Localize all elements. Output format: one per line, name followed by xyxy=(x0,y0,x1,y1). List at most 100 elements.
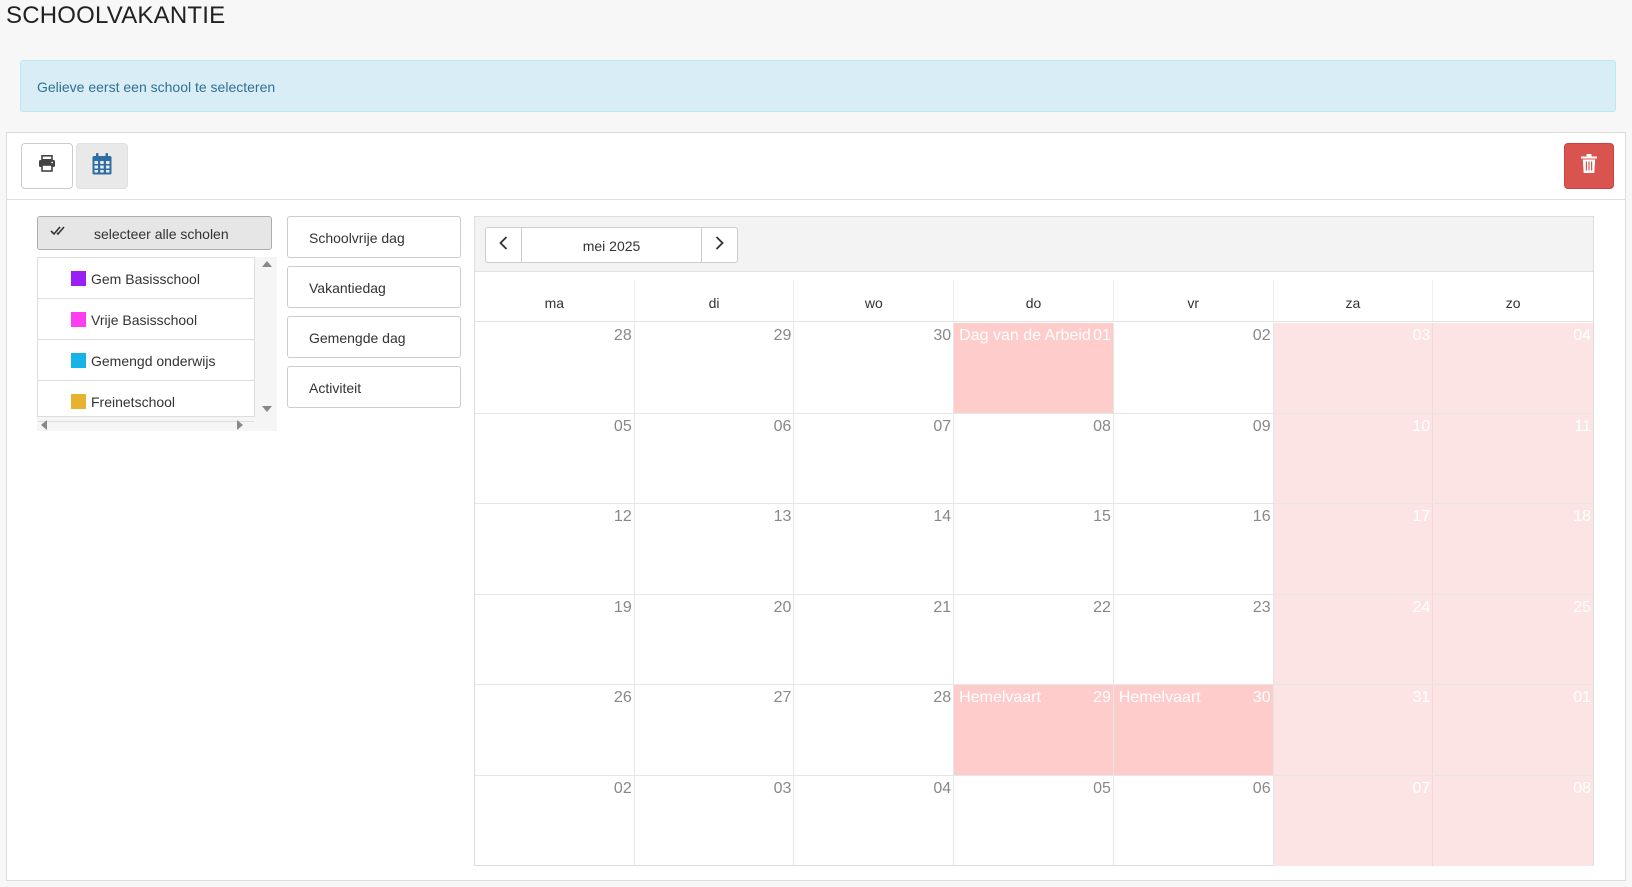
calendar-day-cell[interactable]: 27 xyxy=(635,685,795,775)
school-list-item[interactable]: Freinetschool xyxy=(38,381,254,422)
day-number: 30 xyxy=(933,327,952,344)
school-list-item[interactable]: Gemengd onderwijs xyxy=(38,340,254,381)
day-number: 24 xyxy=(1412,598,1431,616)
calendar-day-cell[interactable]: 14 xyxy=(794,504,955,594)
activiteit-button[interactable]: Activiteit xyxy=(287,366,461,408)
day-number: 05 xyxy=(613,417,632,435)
day-number: 06 xyxy=(773,417,792,435)
calendar-day-cell[interactable]: 31 xyxy=(1273,685,1434,775)
print-button[interactable] xyxy=(21,143,73,189)
weekday-header-row: ma di wo do vr za zo xyxy=(475,280,1593,322)
calendar-day-cell[interactable]: 08 xyxy=(1433,775,1594,866)
calendar-day-cell[interactable]: 28 xyxy=(794,685,955,775)
calendar-day-cell[interactable]: 12 xyxy=(475,504,635,594)
calendar-day-cell[interactable]: 04 xyxy=(1433,323,1594,413)
day-number: 23 xyxy=(1252,598,1271,616)
calendar-week-row: 12 13 14 15 16 17 18 xyxy=(475,504,1594,595)
day-number: 27 xyxy=(773,689,792,706)
calendar-day-cell[interactable]: 20 xyxy=(635,594,795,684)
school-color-swatch xyxy=(71,353,86,368)
day-number: 25 xyxy=(1573,598,1592,616)
next-month-button[interactable] xyxy=(701,228,737,262)
day-number: 09 xyxy=(1252,417,1271,435)
calendar-view-button[interactable] xyxy=(76,143,128,189)
trash-icon xyxy=(1581,154,1597,178)
calendar-day-cell[interactable]: 10 xyxy=(1273,413,1434,503)
calendar-day-cell[interactable]: 01 xyxy=(1433,685,1594,775)
calendar-day-cell[interactable]: 02 xyxy=(1114,323,1274,413)
calendar-day-cell[interactable]: 17 xyxy=(1273,504,1434,594)
select-all-label: selecteer alle scholen xyxy=(94,226,229,242)
school-color-swatch xyxy=(71,394,86,409)
school-color-swatch xyxy=(71,312,86,327)
prev-month-button[interactable] xyxy=(486,228,522,262)
calendar-day-cell[interactable]: 22 xyxy=(954,594,1114,684)
calendar-day-cell[interactable]: 29 xyxy=(635,323,795,413)
calendar-day-cell[interactable]: 15 xyxy=(954,504,1114,594)
calendar-day-cell[interactable]: 07 xyxy=(1273,775,1434,866)
select-all-schools-button[interactable]: selecteer alle scholen xyxy=(37,216,272,250)
day-number: 31 xyxy=(1412,689,1431,706)
calendar-day-cell[interactable]: 04 xyxy=(794,775,955,866)
calendar-day-cell[interactable]: 05 xyxy=(954,775,1114,866)
calendar-day-cell[interactable]: 24 xyxy=(1273,594,1434,684)
day-number: 29 xyxy=(1093,689,1111,706)
calendar-day-cell[interactable]: 08 xyxy=(954,413,1114,503)
weekday-header: za xyxy=(1274,280,1434,321)
calendar-icon xyxy=(92,152,112,180)
calendar-day-cell[interactable]: 03 xyxy=(1273,323,1434,413)
calendar-day-cell[interactable]: 02 xyxy=(475,775,635,866)
calendar-day-cell[interactable]: 05 xyxy=(475,413,635,503)
calendar-day-cell[interactable]: 30 xyxy=(794,323,955,413)
scroll-right-arrow[interactable] xyxy=(237,420,243,430)
school-list-item[interactable]: Gem Basisschool xyxy=(38,258,254,299)
day-number: 28 xyxy=(933,689,952,706)
horizontal-scrollbar[interactable] xyxy=(39,419,255,431)
day-number: 22 xyxy=(1093,598,1111,616)
gemengde-dag-button[interactable]: Gemengde dag xyxy=(287,316,461,358)
day-number: 07 xyxy=(1412,779,1431,797)
calendar-day-cell[interactable]: 06 xyxy=(635,413,795,503)
month-label[interactable]: mei 2025 xyxy=(522,228,701,262)
vakantiedag-button[interactable]: Vakantiedag xyxy=(287,266,461,308)
weekday-header: wo xyxy=(794,280,955,321)
school-name: Gem Basisschool xyxy=(91,271,200,287)
calendar-day-cell[interactable]: 26 xyxy=(475,685,635,775)
calendar-day-cell[interactable]: 21 xyxy=(794,594,955,684)
scroll-up-arrow[interactable] xyxy=(262,261,272,267)
calendar-day-cell[interactable]: 11 xyxy=(1433,413,1594,503)
calendar-day-cell[interactable]: 07 xyxy=(794,413,955,503)
calendar-day-cell[interactable]: 13 xyxy=(635,504,795,594)
calendar-day-cell[interactable]: 25 xyxy=(1433,594,1594,684)
calendar-day-cell[interactable]: Hemelvaart 29 xyxy=(954,685,1114,775)
scroll-down-arrow[interactable] xyxy=(262,406,272,412)
calendar-day-cell[interactable]: 16 xyxy=(1114,504,1274,594)
day-number: 01 xyxy=(1093,327,1111,344)
schoolvrije-dag-button[interactable]: Schoolvrije dag xyxy=(287,216,461,258)
calendar-day-cell[interactable]: 23 xyxy=(1114,594,1274,684)
day-number: 04 xyxy=(1573,327,1592,344)
school-list-item[interactable]: Vrije Basisschool xyxy=(38,299,254,340)
calendar-day-cell[interactable]: Dag van de Arbeid 01 xyxy=(954,323,1114,413)
delete-button[interactable] xyxy=(1564,143,1614,189)
day-number: 18 xyxy=(1573,508,1592,525)
calendar-day-cell[interactable]: 03 xyxy=(635,775,795,866)
double-check-icon xyxy=(50,224,66,241)
day-number: 13 xyxy=(773,508,792,525)
vertical-scrollbar[interactable] xyxy=(261,261,273,417)
calendar-week-row: 26 27 28 Hemelvaart 29 Hemelvaart 30 31 01 xyxy=(475,685,1594,776)
month-calendar: mei 2025 ma di wo do vr za zo 28 29 30 Dag van de… xyxy=(474,216,1594,866)
day-number: 03 xyxy=(773,779,792,797)
calendar-day-cell[interactable]: 18 xyxy=(1433,504,1594,594)
calendar-day-cell[interactable]: 06 xyxy=(1114,775,1274,866)
calendar-day-cell[interactable]: 09 xyxy=(1114,413,1274,503)
day-number: 01 xyxy=(1573,689,1592,706)
holiday-label: Dag van de Arbeid xyxy=(959,327,1091,344)
chevron-right-icon xyxy=(715,235,724,255)
calendar-day-cell[interactable]: 19 xyxy=(475,594,635,684)
calendar-day-cell[interactable]: Hemelvaart 30 xyxy=(1113,685,1274,775)
scroll-left-arrow[interactable] xyxy=(41,420,47,430)
alert-message: Gelieve eerst een school te selecteren xyxy=(20,60,1616,112)
calendar-day-cell[interactable]: 28 xyxy=(475,323,635,413)
day-number: 15 xyxy=(1093,508,1111,525)
